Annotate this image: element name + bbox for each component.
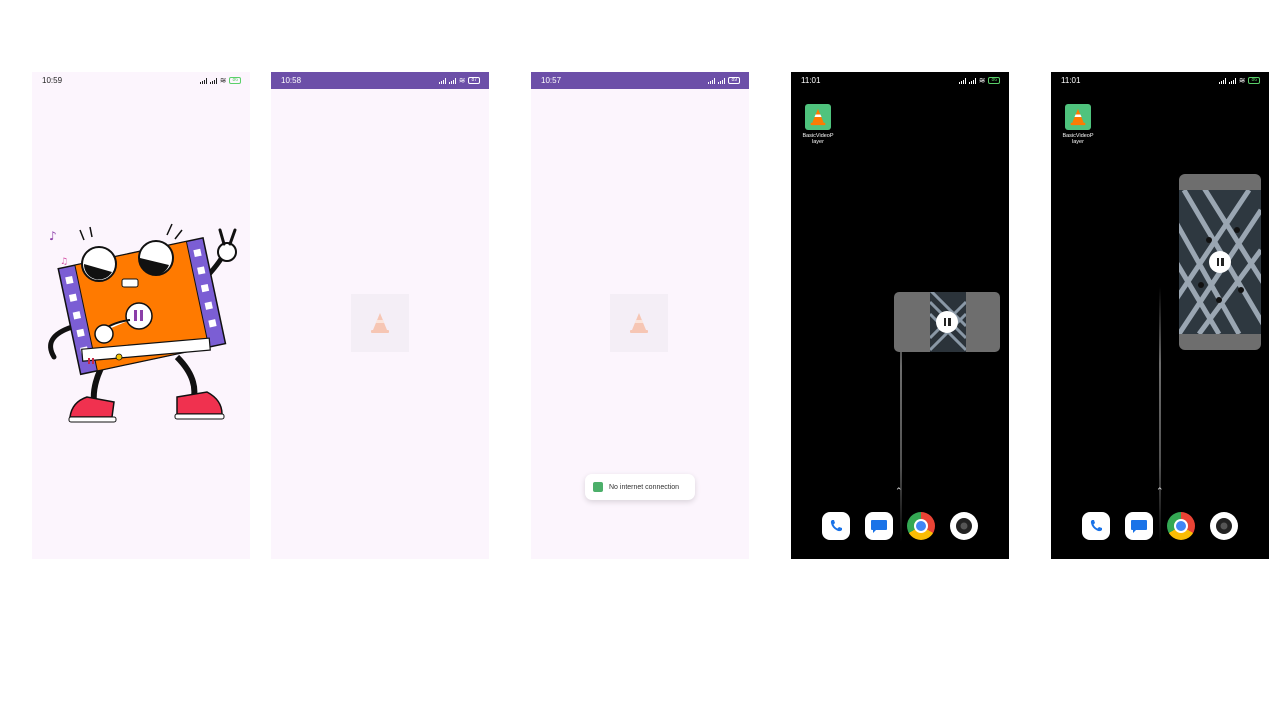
video-placeholder [610, 294, 668, 352]
wallpaper-trail [1159, 287, 1161, 542]
video-placeholder [351, 294, 409, 352]
vlc-cone-icon [630, 313, 648, 333]
chrome-icon[interactable] [907, 512, 936, 540]
dock [822, 512, 978, 540]
signal-icon [718, 77, 726, 84]
swipe-up-indicator[interactable]: ⌃ [895, 486, 903, 497]
status-icons: ≋ 86 [958, 76, 1000, 85]
swipe-up-indicator[interactable]: ⌃ [1156, 486, 1164, 497]
status-icons: ≋ 86 [1218, 76, 1260, 85]
battery-icon: 86 [1248, 77, 1260, 84]
chrome-icon[interactable] [1167, 512, 1196, 540]
status-bar: 11:01 ≋ 86 [1051, 72, 1269, 89]
signal-icon [1228, 77, 1236, 84]
screen-offline: 10:57 89 No internet connection [531, 72, 749, 559]
camera-icon[interactable] [1209, 512, 1238, 540]
splash-mascot-illustration: ♪ ♫ [48, 223, 237, 423]
battery-icon: 89 [728, 77, 740, 84]
screen-splash: 10:59 ≋ 86 ♪ ♫ [32, 72, 250, 559]
vlc-cone-icon [1065, 104, 1091, 130]
signal-icon [708, 77, 716, 84]
dock [1082, 512, 1238, 540]
signal-icon [1218, 77, 1226, 84]
messages-icon[interactable] [864, 512, 893, 540]
status-bar: 11:01 ≋ 86 [791, 72, 1009, 89]
signal-icon [958, 77, 966, 84]
app-label: BasicVideoP layer [1062, 133, 1094, 145]
status-time: 11:01 [1061, 76, 1081, 85]
pause-button[interactable] [936, 311, 958, 333]
pause-icon [943, 318, 951, 326]
wifi-icon: ≋ [978, 76, 986, 85]
status-time: 11:01 [801, 76, 821, 85]
battery-icon: 86 [988, 77, 1000, 84]
screen-loading: 10:58 ≋ 87 [271, 72, 489, 559]
signal-icon [968, 77, 976, 84]
status-time: 10:58 [281, 76, 302, 85]
status-bar: 10:57 89 [531, 72, 749, 89]
pip-window[interactable] [1179, 174, 1261, 350]
app-label: BasicVideoP layer [802, 133, 834, 145]
battery-icon: 87 [468, 77, 480, 84]
no-internet-toast: No internet connection [585, 474, 695, 500]
screen-home-pip: 11:01 ≋ 86 BasicVideoP layer ⌃ [791, 72, 1009, 559]
launcher-app-basicvideoplayer[interactable]: BasicVideoP layer [1062, 104, 1094, 145]
screen-home-pip-portrait: 11:01 ≋ 86 BasicVideoP layer ⌃ [1051, 72, 1269, 559]
pause-icon [1216, 258, 1224, 266]
status-icons: ≋ 87 [438, 76, 480, 85]
status-time: 10:57 [541, 76, 562, 85]
wifi-icon: ≋ [458, 76, 466, 85]
wifi-icon: ≋ [1238, 76, 1246, 85]
camera-icon[interactable] [949, 512, 978, 540]
pip-window[interactable] [894, 292, 1000, 352]
signal-icon [448, 77, 456, 84]
toast-message: No internet connection [609, 483, 680, 491]
phone-icon[interactable] [822, 512, 850, 540]
svg-text:♫: ♫ [60, 257, 68, 267]
launcher-app-basicvideoplayer[interactable]: BasicVideoP layer [802, 104, 834, 145]
app-icon [593, 482, 603, 492]
status-bar: 10:58 ≋ 87 [271, 72, 489, 89]
status-icons: 89 [708, 77, 740, 84]
phone-icon[interactable] [1082, 512, 1110, 540]
messages-icon[interactable] [1124, 512, 1153, 540]
signal-icon [438, 77, 446, 84]
vlc-cone-icon [805, 104, 831, 130]
vlc-cone-icon [371, 313, 389, 333]
pause-button[interactable] [1209, 251, 1231, 273]
svg-text:♪: ♪ [49, 229, 57, 243]
